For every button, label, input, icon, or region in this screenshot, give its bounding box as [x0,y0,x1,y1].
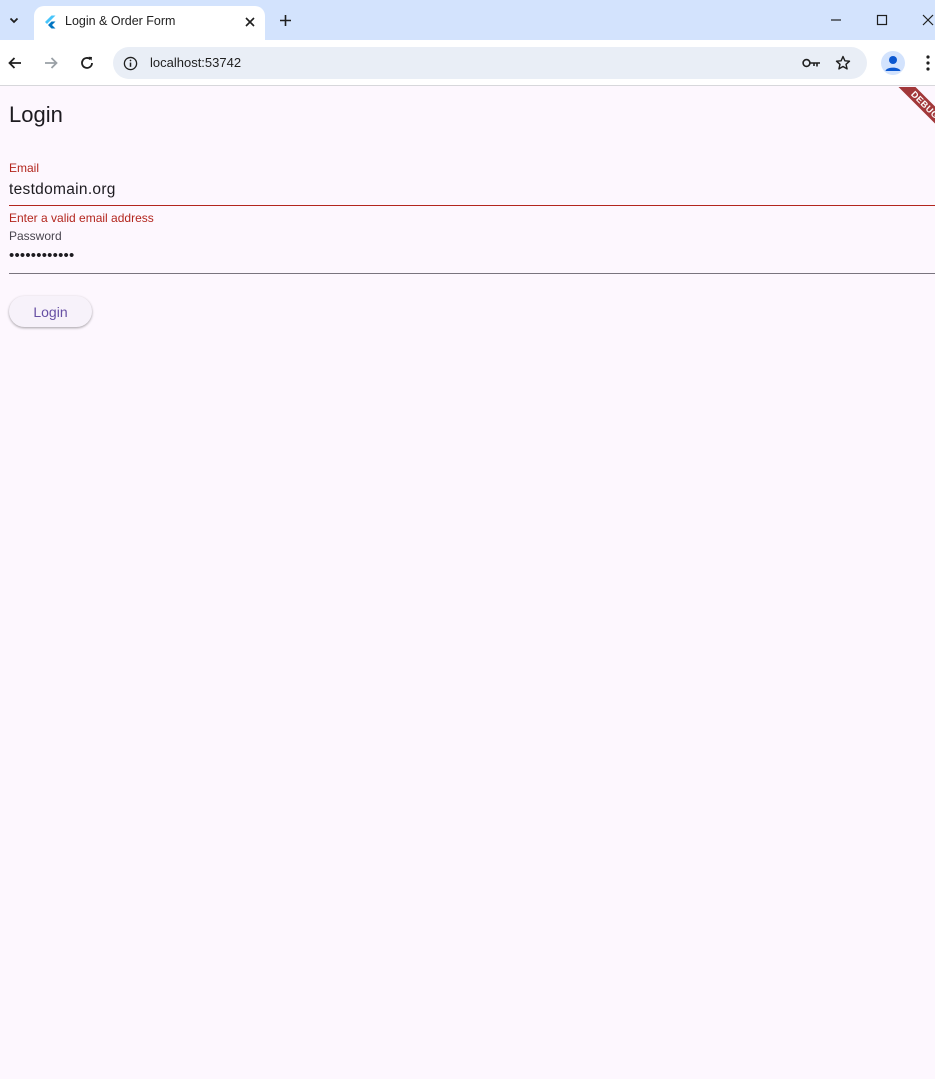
close-icon [922,14,934,26]
tab-title: Login & Order Form [65,14,176,28]
maximize-icon [876,14,888,26]
browser-tab[interactable]: Login & Order Form [34,6,265,40]
maximize-button[interactable] [872,10,892,30]
profile-button[interactable] [881,51,905,75]
window-close-button[interactable] [918,10,935,30]
browser-menu-button[interactable] [918,52,935,74]
address-bar[interactable]: localhost:53742 [113,47,867,79]
reload-button[interactable] [76,52,98,74]
email-field-underline [9,205,935,206]
key-icon [801,58,820,68]
page-title: Login [9,102,63,127]
browser-toolbar: localhost:53742 [0,40,935,86]
bookmark-button[interactable] [833,53,853,73]
info-icon [123,56,137,70]
app-content: Login Email testdomain.org Enter a valid… [0,87,935,1079]
minimize-button[interactable] [826,10,846,30]
email-label: Email [9,161,40,175]
star-icon [835,55,851,70]
debug-banner-label: DEBUG [892,87,935,138]
password-field-underline [9,273,935,274]
close-icon [245,17,255,27]
tab-close-button[interactable] [241,13,259,31]
flutter-icon [45,15,56,29]
new-tab-button[interactable] [275,10,295,30]
plus-icon [279,14,291,26]
password-manager-button[interactable] [801,53,821,73]
site-info-button[interactable] [121,54,139,72]
login-button[interactable]: Login [9,296,92,327]
forward-button[interactable] [40,52,62,74]
minimize-icon [831,19,841,21]
back-button[interactable] [4,52,26,74]
password-field[interactable]: •••••••••••• [9,247,74,264]
tab-search-button[interactable] [2,8,26,32]
debug-banner: DEBUG [880,87,935,147]
email-field[interactable]: testdomain.org [9,181,116,199]
password-label: Password [9,229,62,243]
chevron-down-icon [9,17,19,24]
arrow-right-icon [45,57,58,69]
person-icon [885,56,901,71]
more-vertical-icon [926,55,930,71]
tab-strip: Login & Order Form [0,0,935,40]
email-error-text: Enter a valid email address [9,211,154,225]
reload-icon [81,56,93,69]
url-text[interactable]: localhost:53742 [150,55,241,70]
arrow-left-icon [8,57,21,69]
